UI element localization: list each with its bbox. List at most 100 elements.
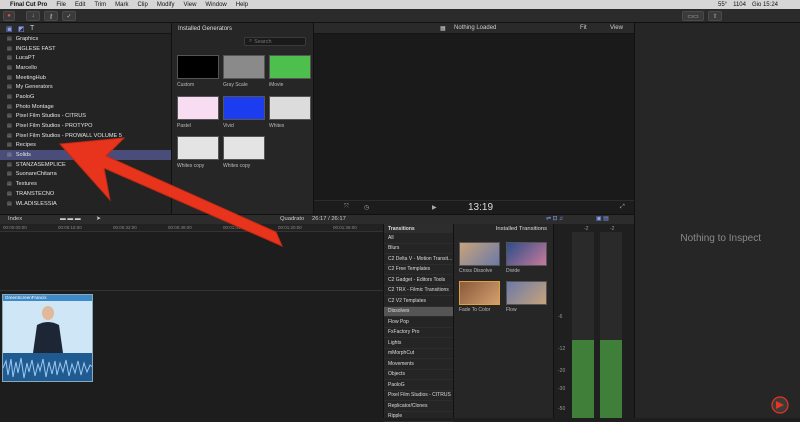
transition-category[interactable]: Lights [384,338,453,349]
library-item[interactable]: ▤Textures [0,179,171,189]
edit-tools-icon[interactable]: ▬ ▬ ▬ [60,216,81,222]
back-icon[interactable]: ◂ [236,216,239,222]
import-button[interactable]: ↓ [26,11,40,21]
library-item[interactable]: ▤WLADISLESSIA [0,199,171,209]
menu-trim[interactable]: Trim [94,2,106,8]
generator-tile[interactable] [223,55,265,79]
transition-category[interactable]: C2 Delta V - Motion Transit... [384,254,453,265]
transition-tile-divide[interactable] [506,242,547,266]
menu-clip[interactable]: Clip [137,2,147,8]
video-clip[interactable]: GreenScreenFrancis [2,294,93,382]
transition-category[interactable]: FxFactory Pro [384,328,453,339]
meter-right-level [600,340,622,418]
share-button[interactable]: ⇧ [708,11,722,21]
transition-category[interactable]: Blurs [384,244,453,255]
ruler-tick: 00:00:16:00 [58,225,82,230]
generator-tile[interactable] [223,96,265,120]
transform-icon[interactable]: ⤧ [344,204,349,211]
library-item[interactable]: ▤Photo Montage [0,102,171,112]
generator-tile[interactable] [269,55,311,79]
transition-category[interactable]: Movements [384,359,453,370]
project-name: Quadrato [280,216,304,222]
library-item[interactable]: ▤Marcello [0,63,171,73]
menu-view[interactable]: View [184,2,197,8]
effects-browser-icon[interactable]: ▣ ▤ [596,216,609,222]
transition-category[interactable]: Pixel Film Studios - CITRUS [384,391,453,402]
library-item[interactable]: ▤Graphics [0,34,171,44]
transition-category[interactable]: Flow Pop [384,317,453,328]
meter-scale-label: -6 [558,314,562,320]
library-item[interactable]: ▤Solids [0,150,171,160]
menu-window[interactable]: Window [205,2,226,8]
play-icon[interactable]: ▶ [432,204,437,211]
menu-help[interactable]: Help [236,2,248,8]
transition-tile-fade-to-color[interactable] [459,281,500,305]
transition-category[interactable]: mMorphCut [384,349,453,360]
transition-category[interactable]: C2 TRX - Filmic Transitions [384,286,453,297]
speed-icon[interactable]: ◷ [364,204,369,211]
wifi-status[interactable]: 1104 [733,2,746,8]
library-item[interactable]: ▤STANZASEMPLICE [0,160,171,170]
library-item[interactable]: ▤LucaPT [0,53,171,63]
menu-file[interactable]: File [56,2,66,8]
menu-bar: Final Cut Pro File Edit Trim Mark Clip M… [0,0,800,9]
library-item[interactable]: ▤INGLESE FAST [0,44,171,54]
menu-edit[interactable]: Edit [75,2,85,8]
transition-category[interactable]: PaoloG [384,380,453,391]
clock[interactable]: Gio 15:24 [752,2,778,8]
folder-icon: ▤ [7,171,12,177]
generator-tile[interactable] [177,136,219,160]
library-item[interactable]: ▤Pixel Film Studios - PROWALL VOLUME 5 [0,131,171,141]
battery-status[interactable]: 55° [718,2,727,8]
transition-category[interactable]: Dissolves [384,307,453,318]
transition-label: Cross Dissolve [459,268,492,274]
toolbar: ● ↓ ⚷ ✓ ▭▭ ⇧ [0,9,800,23]
library-item[interactable]: ▤TRANSTECNO [0,189,171,199]
background-tasks-button[interactable]: ✓ [62,11,76,21]
transition-category[interactable]: Ripple [384,412,453,422]
keywords-button[interactable]: ⚷ [44,11,58,21]
select-tool-icon[interactable]: ➤ [96,216,101,222]
generators-search-input[interactable]: ⌕ Search [244,37,306,46]
folder-icon: ▤ [7,84,12,90]
library-item[interactable]: ▤My Generators [0,82,171,92]
menu-mark[interactable]: Mark [115,2,128,8]
library-item[interactable]: ▤MeetingHub [0,73,171,83]
generator-tile[interactable] [269,96,311,120]
library-item-label: Textures [16,181,37,187]
library-item-label: Pixel Film Studios - CITRUS [16,113,86,119]
generator-tile[interactable] [177,96,219,120]
fullscreen-icon[interactable]: ⤢ [620,204,625,211]
transition-category[interactable]: All [384,233,453,244]
viewer-controls: ⤧ ◷ ▶ 13:19 ⤢ [314,200,634,214]
ruler-tick: 00:00:48:00 [168,225,192,230]
transition-category[interactable]: C2 V2 Templates [384,296,453,307]
transition-category[interactable]: Objects [384,370,453,381]
timeline-options-icon[interactable]: ⇌ ⊡ ♫ [546,216,563,222]
index-button[interactable]: Index [8,216,22,222]
menu-modify[interactable]: Modify [157,2,175,8]
transition-category[interactable]: C2 Free Templates [384,265,453,276]
menu-app[interactable]: Final Cut Pro [10,2,47,8]
library-item[interactable]: ▤Pixel Film Studios - PROTYPO [0,121,171,131]
transition-tile-flow[interactable] [506,281,547,305]
transition-category[interactable]: Replicator/Clones [384,401,453,412]
workspace-button[interactable]: ▭▭ [682,11,704,21]
generator-tile[interactable] [177,55,219,79]
photos-icon[interactable]: ◩ [18,25,25,33]
library-item[interactable]: ▤Recipes [0,141,171,151]
download-icon: ↓ [32,13,35,19]
media-icon[interactable]: ▣ [6,25,13,33]
library-item[interactable]: ▤Pixel Film Studios - CITRUS [0,112,171,122]
library-item-label: Pixel Film Studios - PROWALL VOLUME 5 [16,133,122,139]
generator-label: Whites copy [177,163,204,169]
titles-icon[interactable]: T [30,25,34,32]
transition-tile-cross-dissolve[interactable] [459,242,500,266]
library-item[interactable]: ▤SuonareChitarra [0,170,171,180]
transition-category[interactable]: C2 Gadget - Editors Tools [384,275,453,286]
window-controls[interactable]: ● [3,11,15,21]
fit-dropdown[interactable]: Fit [580,25,587,31]
view-dropdown[interactable]: View [610,25,623,31]
library-item[interactable]: ▤PaoloG [0,92,171,102]
generator-tile[interactable] [223,136,265,160]
